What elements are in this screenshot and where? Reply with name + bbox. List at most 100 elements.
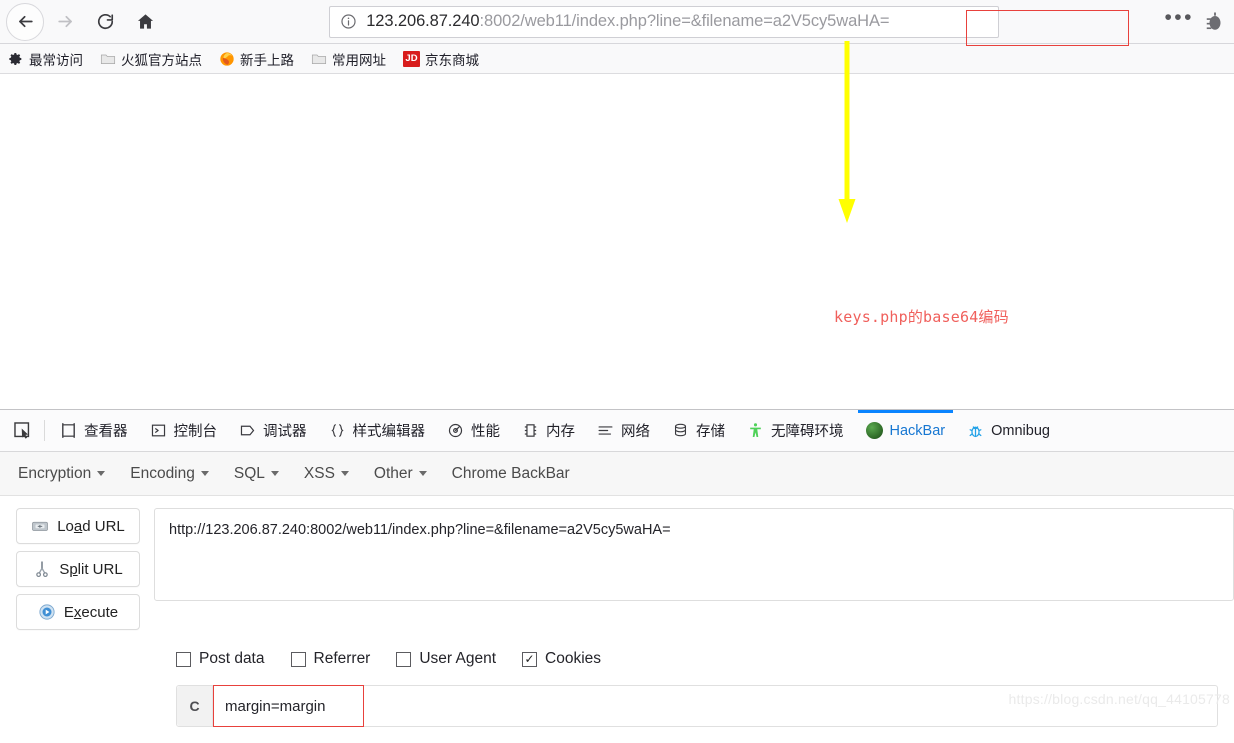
split-url-button[interactable]: Split URL xyxy=(16,551,140,587)
chevron-down-icon xyxy=(200,471,209,476)
inspector-icon xyxy=(62,423,75,438)
storage-icon xyxy=(674,423,687,437)
devtools-tab-storage[interactable]: 存储 xyxy=(661,410,736,451)
checkbox-label: User Agent xyxy=(419,650,497,667)
omnibug-extension-icon[interactable] xyxy=(1204,10,1226,34)
urlbar-container: 123.206.87.240:8002/web11/index.php?line… xyxy=(164,5,1164,46)
hackbar-menu-xss[interactable]: XSS xyxy=(304,465,349,483)
hackbar-menubar: Encryption Encoding SQL XSS Other Chrome… xyxy=(0,452,1234,496)
hackbar-action-buttons: Load URL Split URL Execute xyxy=(16,508,140,630)
devtools-tab-hackbar[interactable]: HackBar xyxy=(855,410,957,451)
back-arrow-icon xyxy=(18,15,33,28)
devtools-tab-performance[interactable]: 性能 xyxy=(436,410,511,451)
hackbar-url-textarea[interactable]: http://123.206.87.240:8002/web11/index.p… xyxy=(154,508,1234,601)
browser-menu-button[interactable]: ••• xyxy=(1164,7,1194,30)
checkbox-user-agent[interactable]: User Agent xyxy=(396,650,496,668)
devtools-tab-label: 无障碍环境 xyxy=(771,424,844,440)
url-text: 123.206.87.240:8002/web11/index.php?line… xyxy=(366,12,889,31)
devtools-tab-label: Omnibug xyxy=(991,422,1050,439)
bookmark-item-common-sites[interactable]: 常用网址 xyxy=(311,49,386,69)
devtools-tab-label: 控制台 xyxy=(173,424,218,440)
execute-button[interactable]: Execute xyxy=(16,594,140,630)
devtools-tab-console[interactable]: 控制台 xyxy=(139,410,229,451)
element-picker-icon xyxy=(13,422,29,439)
element-picker-button[interactable] xyxy=(4,410,40,451)
devtools-tab-style-editor[interactable]: 样式编辑器 xyxy=(318,410,437,451)
bookmark-label: 火狐官方站点 xyxy=(121,52,202,68)
devtools-tab-accessibility[interactable]: 无障碍环境 xyxy=(736,410,855,451)
hackbar-menu-encoding[interactable]: Encoding xyxy=(130,465,209,483)
devtools-tab-label: 性能 xyxy=(471,424,500,440)
chevron-down-icon xyxy=(340,471,349,476)
folder-icon xyxy=(311,54,327,64)
devtools-tab-omnibug[interactable]: Omnibug xyxy=(956,410,1061,451)
checkbox-referrer[interactable]: Referrer xyxy=(290,650,371,668)
url-host: 123.206.87.240 xyxy=(366,12,480,30)
bookmark-item-getting-started[interactable]: 新手上路 xyxy=(219,49,294,69)
bookmark-item-firefox-official[interactable]: 火狐官方站点 xyxy=(100,49,202,69)
annotation-text: keys.php的base64编码 xyxy=(834,308,1009,326)
devtools-tab-label: 调试器 xyxy=(263,424,307,440)
load-url-icon xyxy=(32,521,49,531)
bookmark-label: 最常访问 xyxy=(29,52,83,68)
home-button[interactable] xyxy=(126,3,164,41)
forward-arrow-icon xyxy=(57,15,72,28)
memory-icon xyxy=(524,424,537,437)
execute-icon xyxy=(39,604,55,620)
home-icon xyxy=(137,14,153,29)
menu-label: Other xyxy=(373,464,413,482)
devtools-tabbar: 查看器 控制台 调试器 样式编辑器 性能 内存 网络 存储 无障碍环境 Hack… xyxy=(0,410,1234,452)
forward-button[interactable] xyxy=(46,3,84,41)
devtools-tab-memory[interactable]: 内存 xyxy=(511,410,586,451)
info-icon[interactable] xyxy=(340,13,357,30)
bug-icon xyxy=(969,426,982,438)
bookmarks-bar: 最常访问 火狐官方站点 新手上路 常用网址 JD 京东商城 xyxy=(0,44,1234,74)
menu-label: XSS xyxy=(303,464,335,482)
debugger-icon xyxy=(240,425,255,436)
devtools-tab-inspector[interactable]: 查看器 xyxy=(49,410,139,451)
checkbox-box[interactable] xyxy=(396,651,412,667)
checkbox-box[interactable]: ✓ xyxy=(522,651,538,667)
jd-icon: JD xyxy=(403,50,420,67)
menu-label: Encryption xyxy=(18,464,92,482)
bookmark-label: 常用网址 xyxy=(332,52,386,68)
checkbox-label: Cookies xyxy=(545,650,602,667)
firefox-icon xyxy=(220,51,234,66)
console-icon xyxy=(151,424,165,437)
devtools-tab-debugger[interactable]: 调试器 xyxy=(228,410,318,451)
reload-button[interactable] xyxy=(86,3,124,41)
chevron-down-icon xyxy=(97,471,106,476)
folder-icon xyxy=(100,54,116,64)
checkbox-box[interactable] xyxy=(290,651,306,667)
hackbar-menu-chrome-backbar[interactable]: Chrome BackBar xyxy=(452,465,570,483)
checkbox-box[interactable] xyxy=(176,651,191,667)
hackbar-menu-sql[interactable]: SQL xyxy=(234,465,279,483)
url-highlighted-param: a2V5cy5waHA= xyxy=(772,12,890,30)
button-label: Load URL xyxy=(57,517,125,535)
bug-icon xyxy=(1206,11,1221,30)
devtools-tab-label: 查看器 xyxy=(84,424,128,440)
load-url-button[interactable]: Load URL xyxy=(16,508,140,544)
back-button[interactable] xyxy=(6,2,44,41)
gear-icon xyxy=(9,52,22,65)
address-bar[interactable]: 123.206.87.240:8002/web11/index.php?line… xyxy=(329,5,1000,38)
bookmark-item-jd[interactable]: JD 京东商城 xyxy=(403,49,479,69)
hackbar-menu-encryption[interactable]: Encryption xyxy=(18,464,106,483)
menu-label: Encoding xyxy=(130,464,195,482)
devtools-tab-network[interactable]: 网络 xyxy=(586,410,661,451)
hackbar-icon xyxy=(865,422,883,439)
devtools-tab-label: HackBar xyxy=(889,422,946,439)
hackbar-menu-other[interactable]: Other xyxy=(374,465,427,483)
annotation-arrow xyxy=(838,41,856,223)
button-label: Split URL xyxy=(59,560,123,578)
browser-toolbar: 123.206.87.240:8002/web11/index.php?line… xyxy=(0,0,1234,46)
watermark: https://blog.csdn.net/qq_44105778 xyxy=(1008,691,1230,707)
button-label: Execute xyxy=(63,603,119,621)
devtools-tab-label: 内存 xyxy=(546,424,575,440)
checkbox-label: Referrer xyxy=(313,650,371,667)
chevron-down-icon xyxy=(270,471,279,476)
bookmark-item-most-visited[interactable]: 最常访问 xyxy=(8,49,83,69)
checkbox-cookies[interactable]: ✓ Cookies xyxy=(522,650,601,668)
checkbox-post-data[interactable]: Post data xyxy=(176,650,265,668)
hackbar-options-row: Post data Referrer User Agent ✓ Cookies xyxy=(0,630,1234,668)
